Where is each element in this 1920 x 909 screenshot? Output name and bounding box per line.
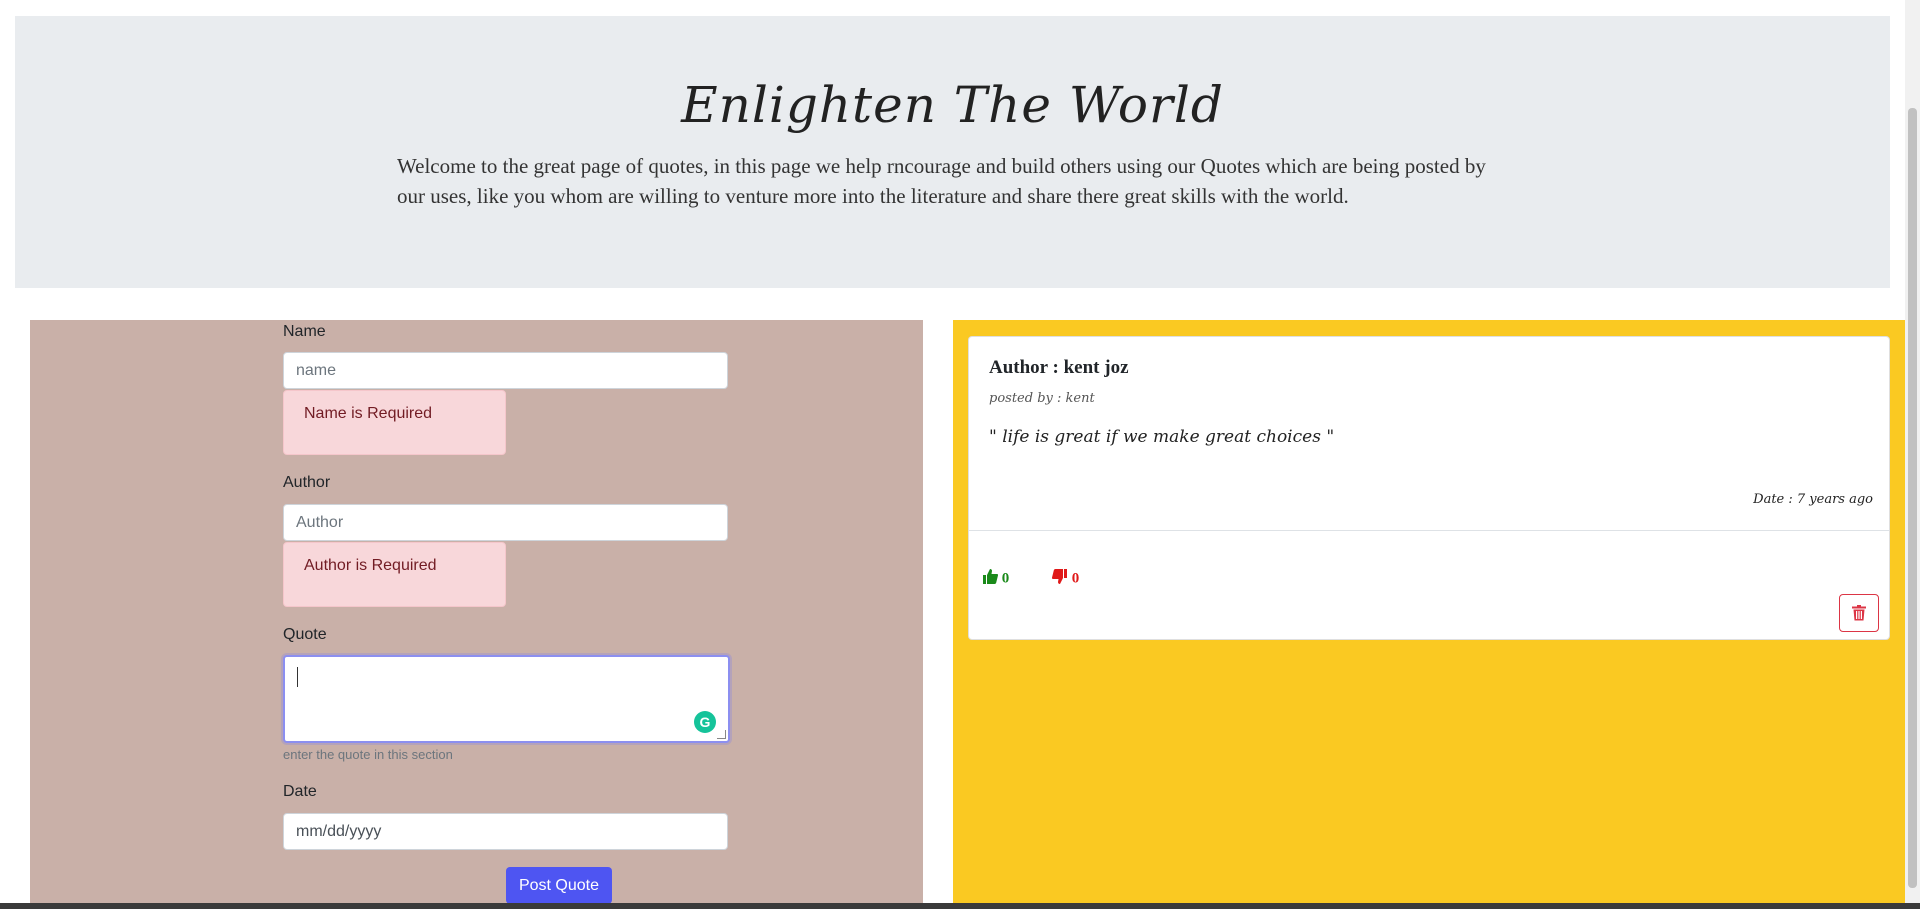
upvote-button[interactable]: 0: [982, 569, 1009, 589]
upvote-count: 0: [1001, 570, 1010, 587]
quote-label: Quote: [283, 626, 327, 643]
os-taskbar: [0, 903, 1920, 909]
page-title: Enlighten The World: [681, 76, 1224, 134]
post-quote-button[interactable]: Post Quote: [506, 867, 612, 904]
delete-quote-button[interactable]: [1839, 594, 1879, 632]
quote-date: Date : 7 years ago: [1753, 492, 1873, 507]
name-error-alert: Name is Required: [283, 390, 506, 455]
resize-handle[interactable]: [717, 730, 726, 739]
name-input[interactable]: name: [283, 352, 728, 389]
name-label: Name: [283, 323, 326, 340]
author-label: Author: [283, 474, 331, 491]
trash-icon: [1852, 605, 1866, 626]
header-jumbotron: Enlighten The World Welcome to the great…: [15, 16, 1890, 288]
intro-text: Welcome to the great page of quotes, in …: [397, 154, 1486, 208]
text-caret: [297, 667, 298, 687]
date-label: Date: [283, 783, 317, 800]
quote-card: Author : kent joz posted by : kent " lif…: [968, 336, 1890, 640]
quote-form-panel: Name name Name is Required Author Author…: [30, 320, 923, 909]
quote-help-text: enter the quote in this section: [283, 747, 453, 762]
author-input[interactable]: Author: [283, 504, 728, 541]
downvote-count: 0: [1071, 570, 1080, 587]
thumbs-down-icon: [1051, 569, 1068, 589]
quotes-panel: Author : kent joz posted by : kent " lif…: [953, 320, 1906, 909]
page-scrollbar[interactable]: [1905, 0, 1920, 909]
downvote-button[interactable]: 0: [1051, 569, 1080, 589]
quote-textarea[interactable]: G: [283, 655, 730, 743]
quote-author: Author : kent joz: [989, 357, 1129, 378]
card-divider: [969, 530, 1889, 531]
date-input[interactable]: mm/dd/yyyy: [283, 813, 728, 850]
author-error-alert: Author is Required: [283, 542, 506, 607]
grammarly-icon[interactable]: G: [694, 711, 716, 733]
scrollbar-thumb[interactable]: [1908, 108, 1917, 888]
thumbs-up-icon: [982, 569, 999, 589]
quote-text: " life is great if we make great choices…: [989, 427, 1335, 447]
quote-posted-by: posted by : kent: [989, 391, 1095, 406]
